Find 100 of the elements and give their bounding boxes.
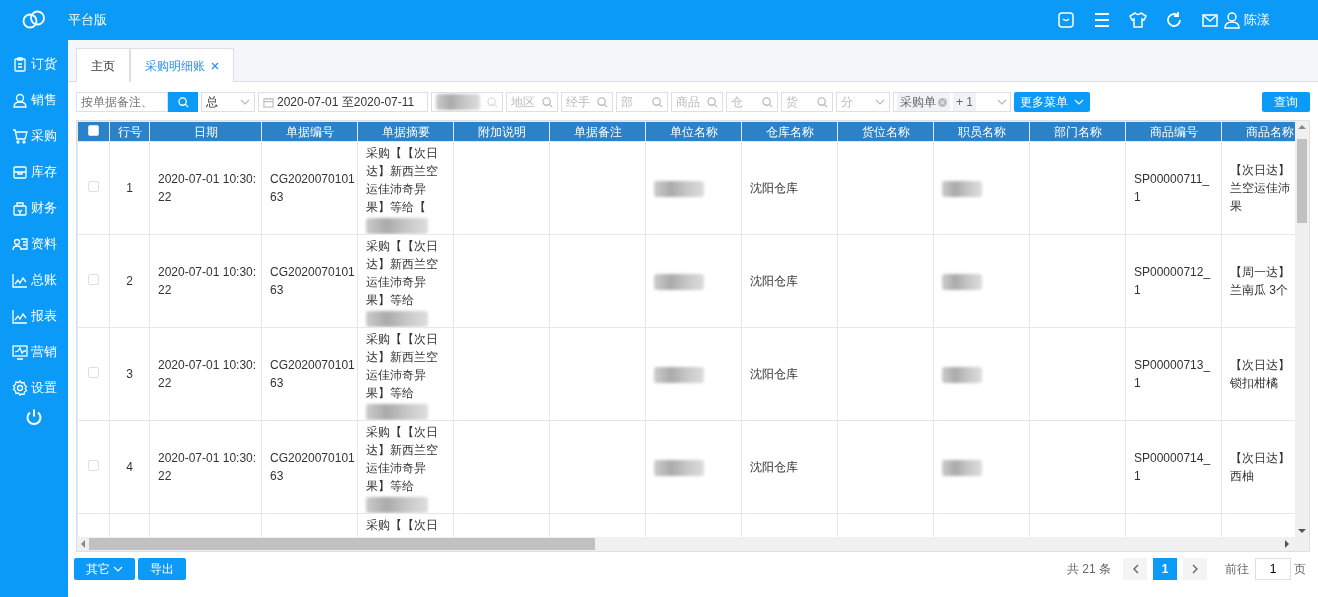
column-header: 行号: [109, 121, 150, 142]
table-cell: 沈阳仓库: [750, 274, 798, 288]
search-icon: [707, 96, 718, 108]
search-icon: [817, 96, 828, 108]
search-icon: [487, 96, 498, 108]
lookup-field[interactable]: 经手: [561, 92, 613, 112]
lookup-field[interactable]: 地区: [506, 92, 558, 112]
bag-icon: [12, 200, 28, 216]
lookup-field[interactable]: 货: [781, 92, 833, 112]
table-cell: 【次日达】 兰空运佳沛 果: [1230, 163, 1290, 213]
sidebar-item[interactable]: 营销: [0, 334, 68, 370]
more-menu-button[interactable]: 更多菜单: [1014, 92, 1090, 112]
table-cell: 4: [126, 460, 133, 474]
caret-icon: [240, 99, 250, 105]
sidebar-item[interactable]: 财务: [0, 190, 68, 226]
tab[interactable]: 主页: [76, 48, 130, 82]
lookup-field[interactable]: 商品: [671, 92, 723, 112]
sidebar-item[interactable]: 采购: [0, 118, 68, 154]
search-icon: [177, 96, 189, 108]
search-field[interactable]: 按单据备注、: [76, 92, 168, 112]
horizontal-scrollbar[interactable]: [77, 537, 1309, 551]
row-checkbox[interactable]: [88, 367, 99, 378]
table-cell: 采购【【次日: [366, 518, 438, 532]
query-button[interactable]: 查询: [1262, 92, 1310, 112]
table-cell: CG202007010163: [270, 451, 355, 483]
page-input[interactable]: 1: [1255, 558, 1291, 580]
table-cell: 采购【【次日达】新西兰空运佳沛奇异果】等给: [366, 239, 438, 307]
previous-page-button[interactable]: [1123, 558, 1147, 580]
column-header: 附加说明: [453, 121, 550, 142]
monitor-chart-icon: [12, 344, 28, 360]
sidebar-item[interactable]: 设置: [0, 370, 68, 406]
date-range-field[interactable]: 2020-07-01 至2020-07-11: [258, 92, 428, 112]
user-icon[interactable]: [1223, 11, 1241, 29]
close-icon[interactable]: [211, 61, 219, 70]
search-icon: [597, 96, 608, 108]
footer-button[interactable]: 导出: [138, 558, 186, 580]
line-chart-icon: [12, 272, 28, 288]
table-cell: 3: [126, 367, 133, 381]
lookup-field[interactable]: 部: [616, 92, 668, 112]
sidebar-item[interactable]: 总账: [0, 262, 68, 298]
box-icon: [12, 164, 28, 180]
table-cell: 1: [126, 181, 133, 195]
tab[interactable]: 采购明细账: [130, 48, 234, 82]
search-icon: [762, 96, 773, 108]
table-cell: CG202007010163: [270, 265, 355, 297]
table-cell: 【次日达】 西柚: [1230, 451, 1290, 483]
footer-button[interactable]: 其它: [74, 558, 135, 580]
user-name[interactable]: 陈漾: [1244, 10, 1270, 30]
clipboard-icon: [12, 56, 28, 72]
sidebar-item[interactable]: 销售: [0, 82, 68, 118]
table-cell: 采购【【次日达】新西兰空运佳沛奇异果】等给【: [366, 146, 438, 214]
table-cell: 沈阳仓库: [750, 460, 798, 474]
redacted-field[interactable]: [431, 92, 503, 112]
table-cell: SP00000712_1: [1134, 265, 1211, 297]
select-field[interactable]: 分: [836, 92, 890, 112]
next-page-button[interactable]: [1183, 558, 1207, 580]
search-button[interactable]: [168, 92, 198, 112]
tag[interactable]: 采购单: [897, 93, 950, 111]
table-cell: SP00000714_1: [1134, 451, 1211, 483]
sidebar-item[interactable]: 报表: [0, 298, 68, 334]
lookup-field[interactable]: 仓: [726, 92, 778, 112]
page-button[interactable]: 1: [1153, 558, 1177, 580]
column-header: 货位名称: [837, 121, 934, 142]
calendar-icon: [263, 96, 274, 108]
column-header: 部门名称: [1029, 121, 1126, 142]
vertical-scrollbar[interactable]: [1295, 121, 1309, 537]
refresh-icon[interactable]: [1165, 11, 1183, 29]
table-cell: SP00000713_1: [1134, 358, 1211, 390]
row-checkbox[interactable]: [88, 460, 99, 471]
search-icon: [542, 96, 553, 108]
caret-icon: [997, 99, 1007, 105]
table-cell: 【次日达】 锁扣柑橘: [1230, 358, 1290, 390]
settings-icon: [12, 380, 28, 396]
caret-icon: [1074, 99, 1084, 105]
select-field[interactable]: 总: [201, 92, 255, 112]
column-header: 仓库名称: [741, 121, 838, 142]
menu-icon[interactable]: [1093, 11, 1111, 29]
total-count: 共 21 条: [1067, 561, 1111, 578]
row-checkbox[interactable]: [88, 181, 99, 192]
table-cell: 采购【【次日达】新西兰空运佳沛奇异果】等给: [366, 425, 438, 493]
column-header: 单据编号: [261, 121, 358, 142]
smile-square-icon[interactable]: [1057, 11, 1075, 29]
clear-icon[interactable]: [938, 97, 947, 107]
goto-label: 前往: [1225, 561, 1249, 578]
mail-icon[interactable]: [1201, 11, 1219, 29]
cloud-logo-icon: [21, 10, 47, 30]
sidebar-item[interactable]: 资料: [0, 226, 68, 262]
shirt-icon[interactable]: [1129, 11, 1147, 29]
select-all-checkbox[interactable]: [88, 124, 99, 136]
sidebar-item[interactable]: 库存: [0, 154, 68, 190]
table-cell: 2020-07-01 10:30:22: [158, 451, 257, 483]
tag-select-field[interactable]: 采购单 + 1: [893, 92, 1011, 112]
more-tags-count: + 1: [953, 93, 976, 111]
table-cell: CG202007010163: [270, 358, 355, 390]
power-icon[interactable]: [25, 408, 43, 426]
user-icon: [12, 92, 28, 108]
sidebar-item[interactable]: 订货: [0, 46, 68, 82]
chevron-right-icon: [1191, 564, 1199, 574]
table-cell: 沈阳仓库: [750, 367, 798, 381]
row-checkbox[interactable]: [88, 274, 99, 285]
